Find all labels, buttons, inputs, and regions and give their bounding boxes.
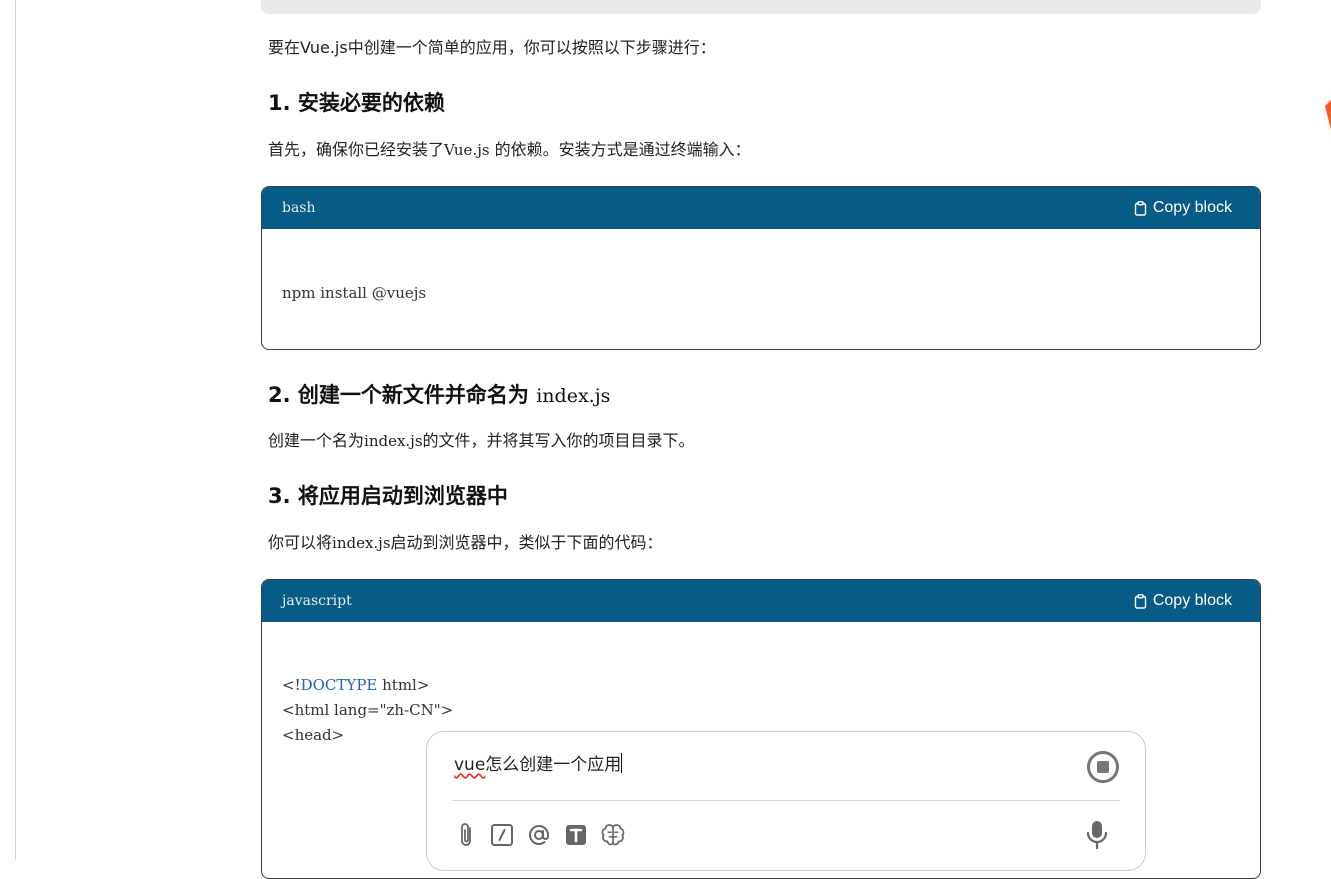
text-format-icon (566, 825, 586, 845)
code-block-header: bash Copy block (262, 187, 1260, 229)
mention-button[interactable] (526, 822, 552, 848)
step3-heading: 3. 将应用启动到浏览器中 (268, 484, 508, 508)
brain-button[interactable] (600, 822, 626, 848)
mic-icon[interactable] (1085, 820, 1109, 850)
step3-text: 你可以将index.js启动到浏览器中，类似于下面的代码： (268, 533, 663, 552)
stop-button[interactable] (1087, 751, 1119, 783)
chat-input-box: vue怎么创建一个应用 (426, 731, 1146, 871)
slash-command-icon (491, 824, 513, 846)
text-format-button[interactable] (563, 822, 589, 848)
step2-text: 创建一个名为index.js的文件，并将其写入你的项目目录下。 (268, 431, 695, 450)
code-content: npm install @vuejs (262, 229, 1260, 306)
clipboard-icon (1134, 200, 1147, 216)
inline-code: index.js (364, 432, 423, 450)
inline-code: index.js (332, 534, 391, 552)
copy-block-label: Copy block (1152, 199, 1232, 216)
copy-block-label: Copy block (1152, 592, 1232, 609)
mention-icon (529, 824, 549, 845)
intro-text: 要在Vue.js中创建一个简单的应用，你可以按照以下步骤进行： (268, 38, 716, 57)
code-block-bash: bash Copy block npm install @vuejs (261, 186, 1261, 350)
chat-input-field[interactable]: vue怎么创建一个应用 (454, 750, 623, 775)
code-line: <!DOCTYPE html> (282, 676, 430, 694)
brain-icon (601, 824, 625, 846)
step1-text: 首先，确保你已经安装了Vue.js 的依赖。安装方式是通过终端输入： (268, 140, 751, 159)
code-language-label: bash (282, 200, 316, 216)
step1-heading: 1. 安装必要的依赖 (268, 91, 445, 115)
slash-command-button[interactable] (489, 822, 515, 848)
inline-code: Vue.js (444, 141, 490, 159)
code-content: <!DOCTYPE html> <html lang="zh-CN"> <head> (262, 622, 1260, 748)
code-line: npm install @vuejs (282, 284, 427, 302)
input-divider (452, 800, 1120, 801)
stop-icon (1097, 761, 1109, 773)
code-block-header: javascript Copy block (262, 580, 1260, 622)
code-language-label: javascript (282, 593, 352, 609)
step2-heading: 2. 创建一个新文件并命名为 index.js (268, 383, 611, 407)
inline-code: index.js (536, 385, 611, 407)
copy-block-button[interactable]: Copy block (1134, 592, 1232, 610)
code-line: <html lang="zh-CN"> (282, 701, 454, 719)
attach-button[interactable] (454, 822, 480, 848)
left-divider (15, 0, 16, 860)
orange-edge-mark (1325, 100, 1331, 130)
attach-icon (461, 823, 471, 846)
clipboard-icon (1134, 593, 1147, 609)
previous-message-bubble (261, 0, 1261, 14)
copy-block-button[interactable]: Copy block (1134, 199, 1232, 217)
